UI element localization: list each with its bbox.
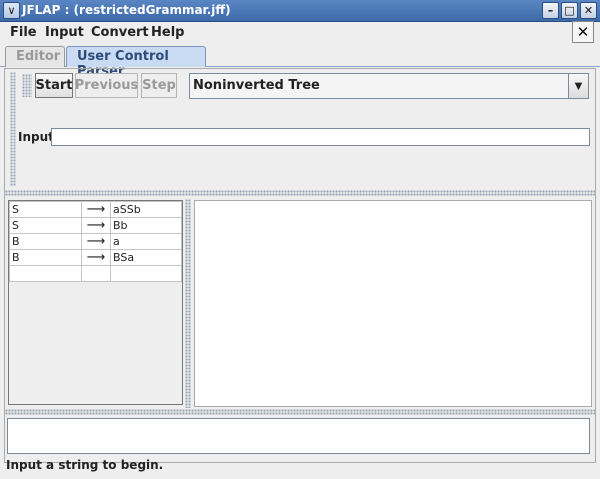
grammar-table: S ⟶ aSSb S ⟶ Bb B ⟶ a B ⟶ BSa [9,201,182,282]
tab-editor[interactable]: Editor [5,46,65,67]
menu-input[interactable]: Input [45,25,84,40]
start-button[interactable]: Start [35,73,73,98]
window-title: JFLAP : (restrictedGrammar.jff) [22,3,231,17]
menu-bar: File Input Convert Help [0,22,600,44]
view-select-value: Noninverted Tree [193,78,320,93]
menu-file[interactable]: File [10,25,37,40]
chevron-down-icon[interactable]: ▼ [568,74,588,98]
menu-help[interactable]: Help [151,25,184,40]
parse-tree-canvas[interactable] [194,200,592,407]
grammar-row[interactable]: B ⟶ BSa [9,249,182,266]
grammar-rhs-cell[interactable]: aSSb [110,201,182,218]
status-message: Input a string to begin. [6,458,164,472]
tab-user-control-parser[interactable]: User Control Parser [66,46,206,79]
grammar-arrow-cell[interactable] [81,265,111,282]
previous-button[interactable]: Previous [75,73,138,98]
grammar-lhs-cell[interactable]: B [9,249,82,266]
tab-strip: Editor User Control Parser [0,45,600,79]
grammar-arrow-cell[interactable]: ⟶ [81,201,111,218]
grammar-rhs-cell[interactable]: Bb [110,217,182,234]
panel-grip[interactable] [10,72,16,186]
grammar-rhs-cell[interactable]: BSa [110,249,182,266]
grammar-rhs-cell[interactable] [110,265,182,282]
menu-convert[interactable]: Convert [91,25,149,40]
toolbar-grip[interactable] [22,74,32,97]
grammar-row[interactable] [9,265,182,282]
input-label: Input [18,130,54,144]
derivation-output-area[interactable] [7,418,590,454]
close-tab-icon[interactable]: ✕ [572,21,594,43]
grammar-lhs-cell[interactable] [9,265,82,282]
center-split-divider[interactable] [185,199,191,408]
input-field[interactable] [51,128,590,146]
grammar-arrow-cell[interactable]: ⟶ [81,217,111,234]
title-bar: ∨ JFLAP : (restrictedGrammar.jff) – □ ✕ [0,0,600,22]
grammar-arrow-cell[interactable]: ⟶ [81,233,111,250]
grammar-row[interactable]: S ⟶ aSSb [9,201,182,218]
minimize-icon[interactable]: – [542,2,559,19]
system-menu-icon[interactable]: ∨ [3,2,20,19]
top-split-divider[interactable] [5,190,595,196]
grammar-arrow-cell[interactable]: ⟶ [81,249,111,266]
grammar-lhs-cell[interactable]: S [9,217,82,234]
grammar-row[interactable]: S ⟶ Bb [9,217,182,234]
bottom-split-divider[interactable] [5,409,595,415]
grammar-lhs-cell[interactable]: S [9,201,82,218]
maximize-icon[interactable]: □ [561,2,578,19]
view-select[interactable]: Noninverted Tree ▼ [189,73,589,99]
window-close-icon[interactable]: ✕ [580,2,597,19]
grammar-table-panel: S ⟶ aSSb S ⟶ Bb B ⟶ a B ⟶ BSa [8,200,183,405]
grammar-rhs-cell[interactable]: a [110,233,182,250]
grammar-lhs-cell[interactable]: B [9,233,82,250]
grammar-row[interactable]: B ⟶ a [9,233,182,250]
step-button[interactable]: Step [141,73,177,98]
